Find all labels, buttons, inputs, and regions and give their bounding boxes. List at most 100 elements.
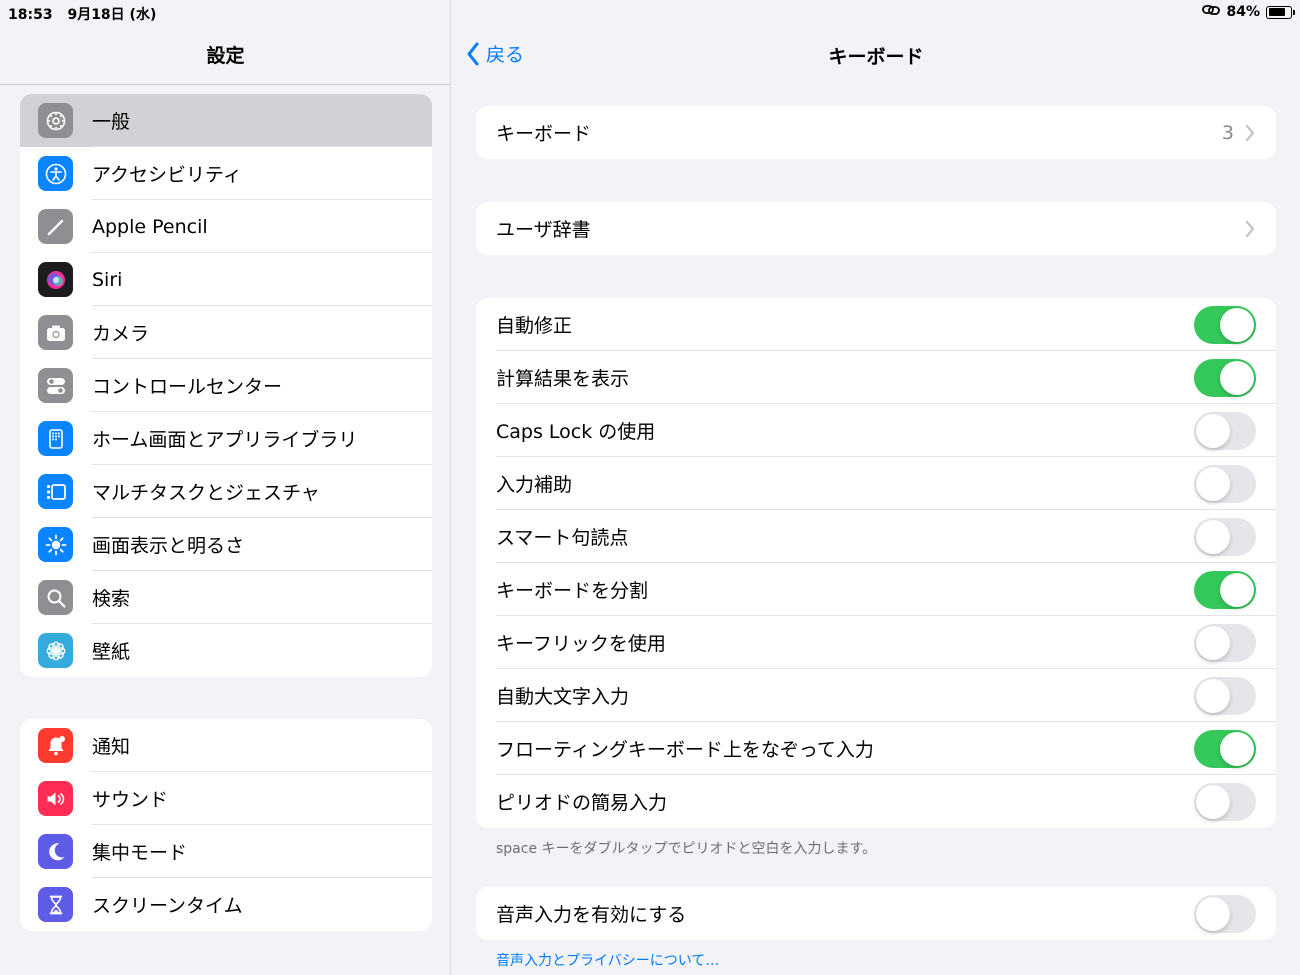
user-dictionary-label: ユーザ辞書 bbox=[496, 219, 591, 241]
sidebar-item-label: 集中モード bbox=[92, 842, 188, 864]
chevron-right-icon bbox=[1245, 124, 1255, 141]
sidebar-item-label: カメラ bbox=[92, 323, 150, 345]
home-screen-icon bbox=[38, 421, 73, 456]
multitask-icon bbox=[38, 474, 73, 509]
keyboards-row[interactable]: キーボード 3 bbox=[476, 106, 1276, 159]
sidebar-item-label: Apple Pencil bbox=[92, 215, 208, 238]
keyboards-label: キーボード bbox=[496, 123, 592, 145]
sidebar-item-label: サウンド bbox=[92, 789, 169, 811]
user-dictionary-row[interactable]: ユーザ辞書 bbox=[476, 202, 1276, 255]
dictation-label: 音声入力を有効にする bbox=[496, 904, 687, 926]
toggle-switch[interactable] bbox=[1194, 517, 1256, 556]
sidebar-item[interactable]: 集中モード bbox=[20, 825, 432, 878]
sidebar-item-label: マルチタスクとジェスチャ bbox=[92, 482, 320, 504]
keyboard-options-group: 自動修正 計算結果を表示 Caps Lock の使用 入力補助 スマート句読点 キーボード… bbox=[476, 298, 1276, 828]
sidebar-item-label: 通知 bbox=[92, 736, 131, 758]
speaker-icon bbox=[38, 781, 73, 816]
toggle-knob bbox=[1196, 678, 1230, 713]
toggle-label: フローティングキーボード上をなぞって入力 bbox=[496, 739, 874, 761]
toggle-knob bbox=[1196, 784, 1230, 819]
toggle-knob bbox=[1220, 731, 1254, 766]
sidebar-item[interactable]: 画面表示と明るさ bbox=[20, 518, 432, 571]
toggle-switch[interactable] bbox=[1194, 464, 1256, 503]
keyboard-settings-panel: 戻る キーボード キーボード 3 ユーザ辞書 自動修正 計算結果を表示 Caps L… bbox=[452, 0, 1300, 975]
sidebar-item[interactable]: サウンド bbox=[20, 772, 432, 825]
toggle-switch[interactable] bbox=[1194, 729, 1256, 768]
sidebar-item[interactable]: 壁紙 bbox=[20, 624, 432, 677]
sidebar-item[interactable]: スクリーンタイム bbox=[20, 878, 432, 931]
toggle-label: スマート句読点 bbox=[496, 527, 629, 549]
toggle-knob bbox=[1196, 625, 1230, 660]
toggle-switch[interactable] bbox=[1194, 782, 1256, 821]
keyboards-count: 3 bbox=[1221, 121, 1234, 144]
sidebar-item[interactable]: カメラ bbox=[20, 306, 432, 359]
toggle-switch[interactable] bbox=[1194, 570, 1256, 609]
toggle-switch[interactable] bbox=[1194, 358, 1256, 397]
toggle-row: 自動修正 bbox=[476, 298, 1276, 351]
camera-icon bbox=[38, 315, 73, 350]
sidebar: 設定 一般アクセシビリティ Apple Pencil Siri カメラコントロールセン… bbox=[0, 0, 451, 975]
sidebar-item-label: アクセシビリティ bbox=[92, 164, 242, 186]
toggle-label: 自動修正 bbox=[496, 315, 573, 337]
toggle-switch[interactable] bbox=[1194, 623, 1256, 662]
sidebar-group-notifications: 通知サウンド集中モードスクリーンタイム bbox=[20, 719, 432, 931]
hourglass-icon bbox=[38, 887, 73, 922]
sidebar-item[interactable]: アクセシビリティ bbox=[20, 147, 432, 200]
accessibility-icon bbox=[38, 156, 73, 191]
sidebar-item[interactable]: Siri bbox=[20, 253, 432, 306]
sidebar-item-label: 検索 bbox=[92, 588, 131, 610]
chevron-right-icon bbox=[1245, 220, 1255, 237]
sidebar-item[interactable]: 一般 bbox=[20, 94, 432, 147]
status-right: 84% bbox=[1202, 4, 1295, 20]
toggle-knob bbox=[1196, 896, 1230, 931]
sidebar-item[interactable]: 通知 bbox=[20, 719, 432, 772]
status-bar: 18:53 9月18日 (水) 84% bbox=[0, 0, 1300, 24]
toggle-row: フローティングキーボード上をなぞって入力 bbox=[476, 722, 1276, 775]
sidebar-item[interactable]: マルチタスクとジェスチャ bbox=[20, 465, 432, 518]
period-shortcut-footnote: space キーをダブルタップでピリオドと空白を入力します。 bbox=[496, 841, 877, 857]
toggle-row: スマート句読点 bbox=[476, 510, 1276, 563]
toggle-row: Caps Lock の使用 bbox=[476, 404, 1276, 457]
toggle-label: 自動大文字入力 bbox=[496, 686, 630, 708]
toggle-knob bbox=[1196, 413, 1230, 448]
sidebar-item-label: コントロールセンター bbox=[92, 376, 283, 398]
battery-icon bbox=[1266, 5, 1295, 19]
toggle-row: キーフリックを使用 bbox=[476, 616, 1276, 669]
toggle-row: 計算結果を表示 bbox=[476, 351, 1276, 404]
dictation-toggle[interactable] bbox=[1194, 894, 1256, 933]
sidebar-item[interactable]: コントロールセンター bbox=[20, 359, 432, 412]
toggle-switch[interactable] bbox=[1194, 411, 1256, 450]
sidebar-title: 設定 bbox=[0, 24, 451, 85]
keyboards-group: キーボード 3 bbox=[476, 106, 1276, 159]
siri-icon bbox=[38, 262, 73, 297]
sun-icon bbox=[38, 527, 73, 562]
battery-percent: 84% bbox=[1226, 4, 1260, 20]
status-left: 18:53 9月18日 (水) bbox=[8, 4, 156, 24]
gear-icon bbox=[38, 103, 73, 138]
toggle-switch[interactable] bbox=[1194, 676, 1256, 715]
moon-icon bbox=[38, 834, 73, 869]
sidebar-item[interactable]: 検索 bbox=[20, 571, 432, 624]
toggle-row: 自動大文字入力 bbox=[476, 669, 1276, 722]
toggle-label: 入力補助 bbox=[496, 474, 573, 496]
toggle-row: 入力補助 bbox=[476, 457, 1276, 510]
sidebar-item[interactable]: ホーム画面とアプリライブラリ bbox=[20, 412, 432, 465]
toggle-switch[interactable] bbox=[1194, 305, 1256, 344]
page-title: キーボード bbox=[828, 46, 924, 68]
sidebar-item-label: 一般 bbox=[92, 111, 131, 133]
toggle-knob bbox=[1220, 572, 1254, 607]
toggle-knob bbox=[1196, 466, 1230, 501]
sidebar-item[interactable]: Apple Pencil bbox=[20, 200, 432, 253]
toggle-row: ピリオドの簡易入力 bbox=[476, 775, 1276, 828]
link-icon bbox=[1202, 4, 1221, 20]
dictation-privacy-link[interactable]: 音声入力とプライバシーについて… bbox=[496, 950, 719, 970]
battery-fill bbox=[1268, 8, 1286, 16]
toggle-knob bbox=[1220, 360, 1254, 395]
sidebar-item-label: Siri bbox=[92, 268, 123, 291]
sidebar-item-label: 画面表示と明るさ bbox=[92, 535, 245, 557]
pencil-icon bbox=[38, 209, 73, 244]
toggle-label: 計算結果を表示 bbox=[496, 368, 630, 390]
switches-icon bbox=[38, 368, 73, 403]
search-icon bbox=[38, 580, 73, 615]
sidebar-item-label: ホーム画面とアプリライブラリ bbox=[92, 429, 358, 451]
